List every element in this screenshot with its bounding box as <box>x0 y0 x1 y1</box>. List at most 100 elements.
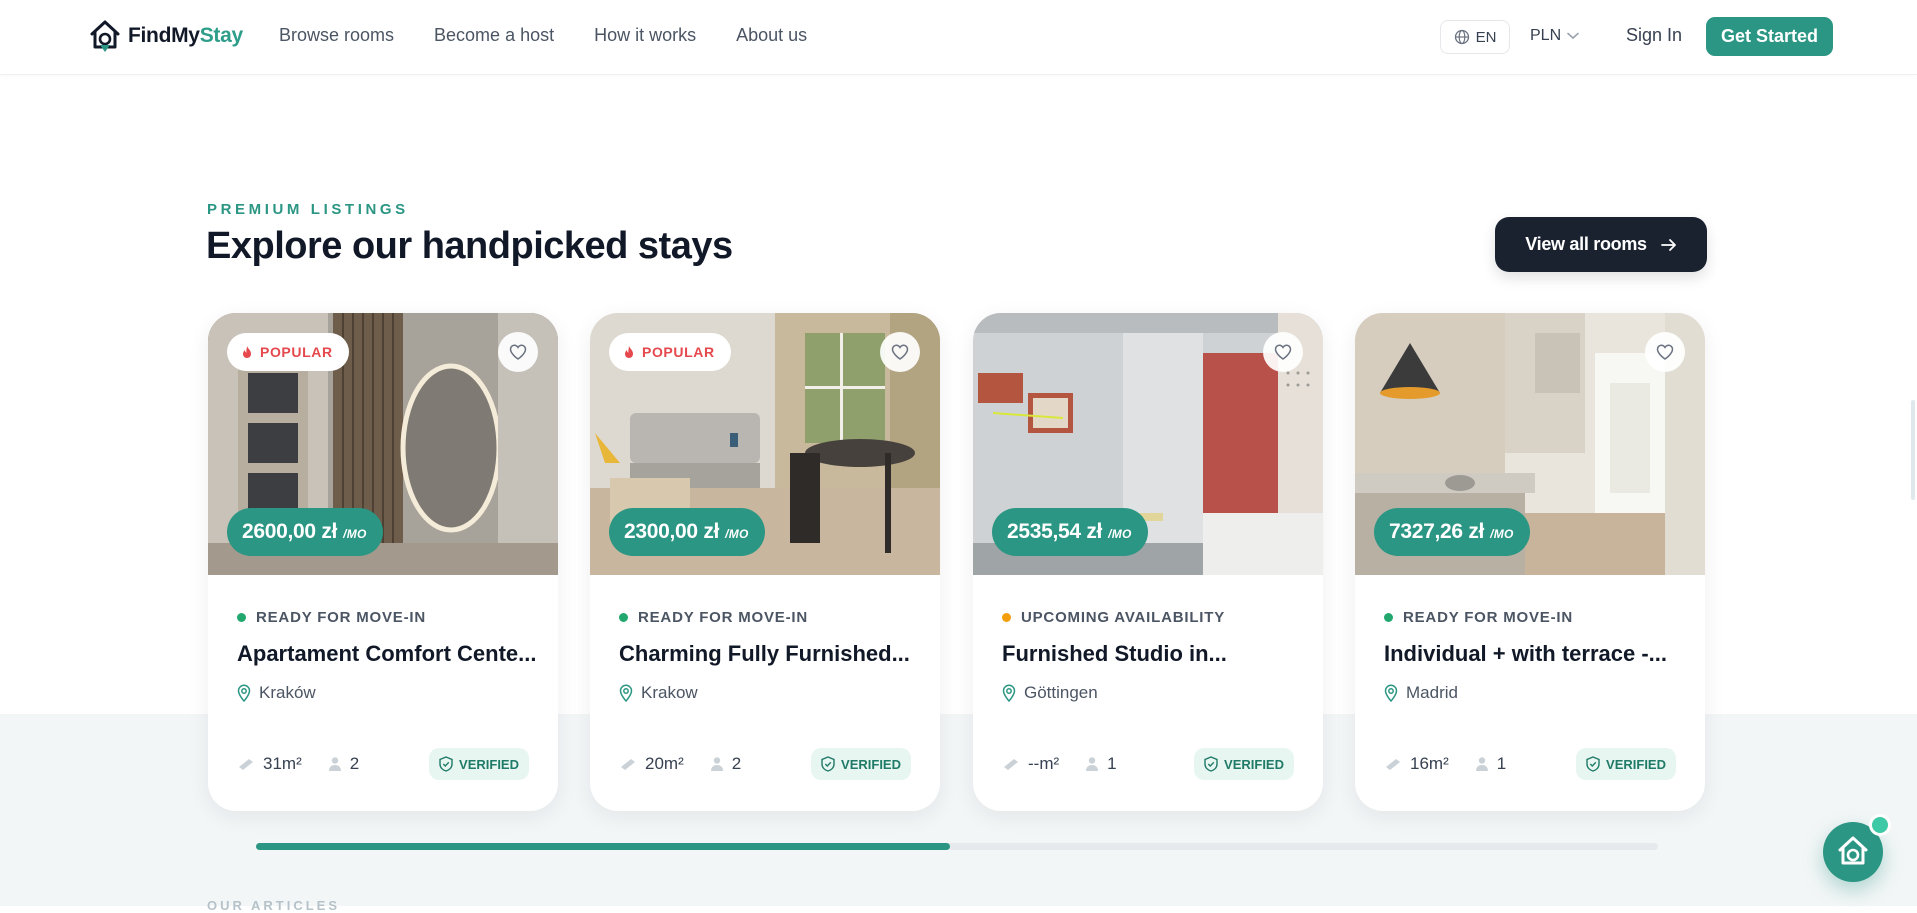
listing-photo[interactable]: POPULAR 2600,00 zł /MO <box>208 313 558 575</box>
map-pin-icon <box>619 684 633 702</box>
section-heading: Explore our handpicked stays <box>206 225 733 267</box>
price-tag: 2535,54 zł /MO <box>992 508 1148 556</box>
nav-link-become-a-host[interactable]: Become a host <box>434 25 554 46</box>
favorite-button[interactable] <box>1263 332 1303 372</box>
price-period: /MO <box>1490 527 1514 541</box>
status-dot <box>237 613 246 622</box>
nav-link-about-us[interactable]: About us <box>736 25 807 46</box>
listing-card[interactable]: 7327,26 zł /MO READY FOR MOVE-IN Individ… <box>1355 313 1705 811</box>
support-chat-icon <box>1838 836 1868 865</box>
top-navigation: FindMyStay Browse rooms Become a host Ho… <box>0 0 1917 75</box>
listing-location: Krakow <box>619 683 698 703</box>
popular-badge: POPULAR <box>227 333 349 371</box>
listing-card[interactable]: POPULAR 2300,00 zł /MO READY FOR MOVE-IN… <box>590 313 940 811</box>
location-label: Göttingen <box>1024 683 1098 702</box>
availability-status: READY FOR MOVE-IN <box>1384 609 1573 626</box>
user-icon <box>328 757 341 771</box>
verified-label: VERIFIED <box>459 756 519 772</box>
status-dot <box>1002 613 1011 622</box>
listing-photo[interactable]: POPULAR 2300,00 zł /MO <box>590 313 940 575</box>
availability-status: READY FOR MOVE-IN <box>237 609 426 626</box>
verified-badge: VERIFIED <box>1194 748 1294 780</box>
listing-title[interactable]: Individual + with terrace -... <box>1384 641 1684 667</box>
ruler-icon <box>1386 759 1400 770</box>
online-indicator <box>1869 814 1891 836</box>
shield-check-icon <box>1586 756 1600 772</box>
listing-location: Göttingen <box>1002 683 1098 703</box>
nav-link-how-it-works[interactable]: How it works <box>594 25 696 46</box>
heart-icon <box>509 344 527 360</box>
price-amount: 2600,00 zł <box>242 520 338 543</box>
favorite-button[interactable] <box>1645 332 1685 372</box>
primary-nav: Browse rooms Become a host How it works … <box>279 25 807 46</box>
language-label: EN <box>1475 28 1497 46</box>
carousel-progress-fill <box>256 843 950 850</box>
view-all-rooms-label: View all rooms <box>1525 234 1647 254</box>
price-amount: 7327,26 zł <box>1389 520 1485 543</box>
listing-card[interactable]: POPULAR 2600,00 zł /MO READY FOR MOVE-IN… <box>208 313 558 811</box>
view-all-rooms-button[interactable]: View all rooms <box>1495 217 1707 272</box>
listing-title[interactable]: Apartament Comfort Cente... <box>237 641 537 667</box>
location-label: Madrid <box>1406 683 1458 702</box>
favorite-button[interactable] <box>498 332 538 372</box>
listing-location: Kraków <box>237 683 316 703</box>
guests-value: 1 <box>1496 754 1507 773</box>
user-icon <box>1086 757 1099 771</box>
shield-check-icon <box>439 756 453 772</box>
flame-icon <box>243 346 251 358</box>
chevron-down-icon <box>1567 32 1579 40</box>
listing-photo[interactable]: 7327,26 zł /MO <box>1355 313 1705 575</box>
verified-label: VERIFIED <box>1224 756 1284 772</box>
listing-photo[interactable]: 2535,54 zł /MO <box>973 313 1323 575</box>
guests-value: 2 <box>349 754 360 773</box>
scrollbar[interactable] <box>1911 400 1915 500</box>
listing-location: Madrid <box>1384 683 1458 703</box>
status-dot <box>619 613 628 622</box>
brand-logo[interactable]: FindMyStay <box>88 18 243 54</box>
area-spec: --m² <box>1002 754 1059 774</box>
area-value: 31m² <box>263 754 302 773</box>
price-tag: 2300,00 zł /MO <box>609 508 765 556</box>
user-icon <box>710 757 723 771</box>
price-amount: 2535,54 zł <box>1007 520 1103 543</box>
price-period: /MO <box>1108 527 1132 541</box>
language-selector[interactable]: EN <box>1440 20 1510 54</box>
map-pin-icon <box>237 684 251 702</box>
availability-status: UPCOMING AVAILABILITY <box>1002 609 1225 626</box>
arrow-right-icon <box>1660 238 1676 251</box>
price-tag: 7327,26 zł /MO <box>1374 508 1530 556</box>
status-dot <box>1384 613 1393 622</box>
location-label: Krakow <box>641 683 698 702</box>
price-tag: 2600,00 zł /MO <box>227 508 383 556</box>
status-label: UPCOMING AVAILABILITY <box>1021 609 1226 626</box>
carousel-progress-track[interactable] <box>256 843 1658 850</box>
location-label: Kraków <box>259 683 316 702</box>
user-icon <box>1475 757 1488 771</box>
listing-specs: 16m² 1 <box>1384 754 1506 774</box>
listing-specs: 20m² 2 <box>619 754 741 774</box>
shield-check-icon <box>1204 756 1218 772</box>
ruler-icon <box>239 759 253 770</box>
guests-value: 1 <box>1107 754 1117 773</box>
shield-check-icon <box>821 756 835 772</box>
sign-in-link[interactable]: Sign In <box>1626 25 1682 46</box>
currency-selector[interactable]: PLN <box>1530 27 1579 45</box>
listing-title[interactable]: Furnished Studio in... <box>1002 641 1302 667</box>
currency-label: PLN <box>1530 27 1562 44</box>
heart-icon <box>1656 344 1674 360</box>
listing-title[interactable]: Charming Fully Furnished... <box>619 641 919 667</box>
nav-link-browse-rooms[interactable]: Browse rooms <box>279 25 394 46</box>
house-logo-icon <box>90 20 120 52</box>
section-eyebrow: PREMIUM LISTINGS <box>207 201 409 218</box>
price-amount: 2300,00 zł <box>624 520 720 543</box>
favorite-button[interactable] <box>880 332 920 372</box>
area-value: --m² <box>1028 754 1060 773</box>
area-value: 16m² <box>1410 754 1449 773</box>
popular-badge: POPULAR <box>609 333 731 371</box>
get-started-button[interactable]: Get Started <box>1706 17 1833 56</box>
status-label: READY FOR MOVE-IN <box>1403 609 1574 626</box>
globe-icon <box>1454 29 1469 45</box>
brand-name: FindMyStay <box>128 24 243 47</box>
listing-card[interactable]: 2535,54 zł /MO UPCOMING AVAILABILITY Fur… <box>973 313 1323 811</box>
listing-specs: --m² 1 <box>1002 754 1117 774</box>
